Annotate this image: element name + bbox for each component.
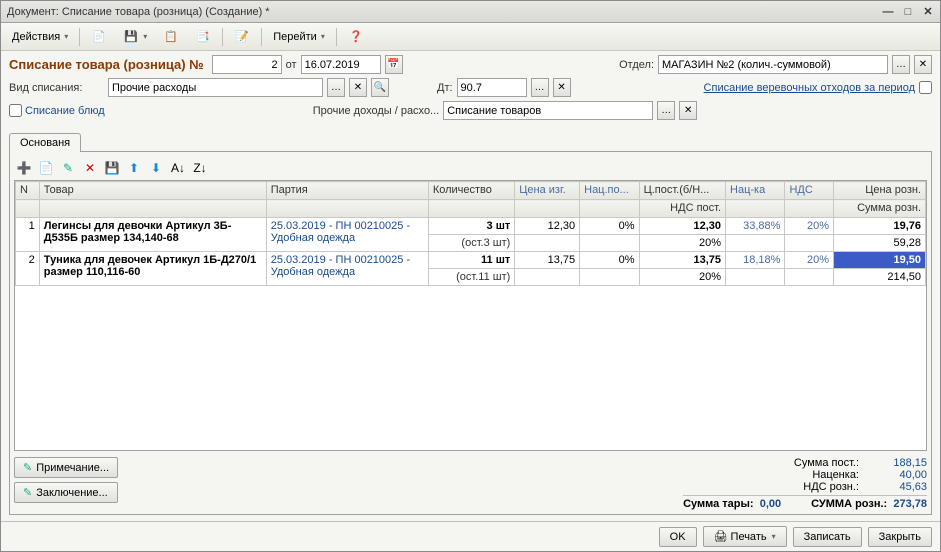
edit-row-icon[interactable]: ✎ xyxy=(58,158,78,178)
col-qty[interactable]: Количество xyxy=(428,182,514,200)
table-row[interactable]: 1 Легинсы для девочки Артикул 3Б-Д535Б р… xyxy=(16,218,926,235)
add-row-icon[interactable]: ➕ xyxy=(14,158,34,178)
col-batch[interactable]: Партия xyxy=(266,182,428,200)
dept-input[interactable] xyxy=(658,55,888,74)
footer-bar: OK 🖨Печать Записать Закрыть xyxy=(1,521,940,551)
ok-button[interactable]: OK xyxy=(659,527,697,547)
col-cost-nb[interactable]: Ц.пост.(б/Н... xyxy=(639,182,725,200)
doc-number-input[interactable] xyxy=(212,55,282,74)
date-label: от xyxy=(286,59,297,71)
pencil-icon: ✎ xyxy=(23,486,32,499)
other-income-clear-icon[interactable]: ✕ xyxy=(679,101,697,120)
close-window-button[interactable]: ✕ xyxy=(920,5,936,19)
note-button[interactable]: ✎Примечание... xyxy=(14,457,118,478)
dept-clear-icon[interactable]: ✕ xyxy=(914,55,932,74)
sort-desc-icon[interactable]: Z↓ xyxy=(190,158,210,178)
col-nds[interactable]: НДС xyxy=(785,182,834,200)
conclusion-button[interactable]: ✎Заключение... xyxy=(14,482,118,503)
col-sum-retail[interactable]: Сумма розн. xyxy=(834,200,926,218)
minimize-button[interactable]: — xyxy=(880,5,896,19)
col-product[interactable]: Товар xyxy=(39,182,266,200)
goto-menu[interactable]: Перейти xyxy=(266,27,332,47)
writeoff-type-input[interactable] xyxy=(108,78,323,97)
dt-label: Дт: xyxy=(437,82,453,94)
printer-icon: 🖨 xyxy=(714,530,728,543)
window-title: Документ: Списание товара (розница) (Соз… xyxy=(5,6,876,18)
other-income-label: Прочие доходы / расхо... xyxy=(313,105,440,117)
doc-icon-1[interactable]: 📋 xyxy=(156,27,186,47)
totals-block: Сумма пост.:188,15 Наценка:40,00 НДС роз… xyxy=(683,457,927,510)
dt-input[interactable] xyxy=(457,78,527,97)
writeoff-type-label: Вид списания: xyxy=(9,82,104,94)
help-icon[interactable]: ❓ xyxy=(341,27,371,47)
dept-label: Отдел: xyxy=(619,59,654,71)
col-retail-price[interactable]: Цена розн. xyxy=(834,182,926,200)
col-nacka[interactable]: Нац-ка xyxy=(726,182,785,200)
actions-menu[interactable]: Действия xyxy=(5,27,75,47)
period-link[interactable]: Списание веревочных отходов за период xyxy=(704,82,915,94)
dishes-checkbox[interactable] xyxy=(9,104,22,117)
save-button[interactable]: Записать xyxy=(793,527,862,547)
close-button[interactable]: Закрыть xyxy=(868,527,932,547)
move-down-icon[interactable]: ⬇ xyxy=(146,158,166,178)
dishes-checkbox-label[interactable]: Списание блюд xyxy=(9,104,105,117)
dt-select-icon[interactable]: … xyxy=(531,78,549,97)
form-icon[interactable]: 📝 xyxy=(227,27,257,47)
save-grid-icon[interactable]: 💾 xyxy=(102,158,122,178)
items-table[interactable]: N Товар Партия Количество Цена изг. Нац.… xyxy=(15,181,926,286)
sort-asc-icon[interactable]: A↓ xyxy=(168,158,188,178)
date-input[interactable] xyxy=(301,55,381,74)
writeoff-search-icon[interactable]: 🔍 xyxy=(371,78,389,97)
col-nds-post[interactable]: НДС пост. xyxy=(639,200,725,218)
delete-row-icon[interactable]: ✕ xyxy=(80,158,100,178)
other-income-select-icon[interactable]: … xyxy=(657,101,675,120)
pencil-icon: ✎ xyxy=(23,461,32,474)
titlebar: Документ: Списание товара (розница) (Соз… xyxy=(1,1,940,23)
table-row[interactable]: 2 Туника для девочек Артикул 1Б-Д270/1 р… xyxy=(16,252,926,269)
dept-select-icon[interactable]: … xyxy=(892,55,910,74)
post-icon[interactable]: 📄 xyxy=(84,27,114,47)
other-income-input[interactable] xyxy=(443,101,653,120)
col-n[interactable]: N xyxy=(16,182,40,200)
tab-main[interactable]: Основаня xyxy=(9,133,81,152)
maximize-button[interactable]: □ xyxy=(900,5,916,19)
copy-row-icon[interactable]: 📄 xyxy=(36,158,56,178)
doc-title: Списание товара (розница) № xyxy=(9,57,204,72)
period-checkbox[interactable] xyxy=(919,81,932,94)
writeoff-select-icon[interactable]: … xyxy=(327,78,345,97)
writeoff-clear-icon[interactable]: ✕ xyxy=(349,78,367,97)
calendar-icon[interactable]: 📅 xyxy=(385,55,403,74)
move-up-icon[interactable]: ⬆ xyxy=(124,158,144,178)
save-icon[interactable]: 💾 xyxy=(116,27,154,47)
print-button[interactable]: 🖨Печать xyxy=(703,526,787,547)
grid-toolbar: ➕ 📄 ✎ ✕ 💾 ⬆ ⬇ A↓ Z↓ xyxy=(14,156,927,180)
col-mfr-price[interactable]: Цена изг. xyxy=(515,182,580,200)
dt-clear-icon[interactable]: ✕ xyxy=(553,78,571,97)
main-toolbar: Действия 📄 💾 📋 📑 📝 Перейти ❓ xyxy=(1,23,940,51)
col-nac-po[interactable]: Нац.по... xyxy=(580,182,639,200)
doc-icon-2[interactable]: 📑 xyxy=(188,27,218,47)
